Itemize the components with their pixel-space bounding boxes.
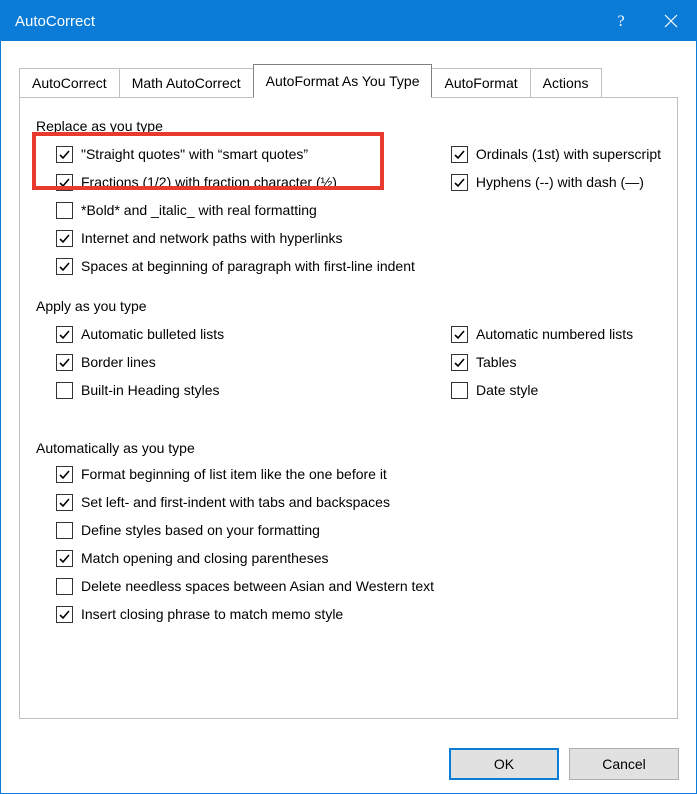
window-title: AutoCorrect	[15, 13, 596, 30]
checkbox-label: Format beginning of list item like the o…	[81, 466, 387, 483]
checkbox[interactable]	[56, 258, 73, 275]
tab-actions[interactable]: Actions	[530, 68, 602, 97]
checkbox[interactable]	[56, 606, 73, 623]
auto-item-set-left-and-first-indent-with-tabs-and-: Set left- and first-indent with tabs and…	[56, 494, 661, 511]
checkbox[interactable]	[451, 382, 468, 399]
checkbox[interactable]	[56, 522, 73, 539]
checkbox[interactable]	[451, 326, 468, 343]
checkbox-label: Match opening and closing parentheses	[81, 550, 329, 567]
tab-strip: AutoCorrect Math AutoCorrect AutoFormat …	[19, 63, 678, 97]
auto-item-format-beginning-of-list-item-like-the-o: Format beginning of list item like the o…	[56, 466, 661, 483]
help-button[interactable]: ?	[596, 1, 646, 41]
apply-item-border-lines: Border lines	[56, 354, 431, 371]
checkbox-label: Border lines	[81, 354, 156, 371]
checkbox[interactable]	[56, 354, 73, 371]
replace-item-spaces-at-beginning-of-paragraph-with-fi: Spaces at beginning of paragraph with fi…	[56, 258, 431, 275]
apply-item-built-in-heading-styles: Built-in Heading styles	[56, 382, 431, 399]
replace-row: "Straight quotes" with “smart quotes” Fra…	[36, 144, 661, 286]
checkbox-label: Fractions (1/2) with fraction character …	[81, 174, 337, 191]
checkbox[interactable]	[451, 354, 468, 371]
replace-item-bold-and-italic-with-real-formatting: *Bold* and _italic_ with real formatting	[56, 202, 431, 219]
section-title-auto: Automatically as you type	[36, 440, 661, 456]
apply-item-date-style: Date style	[451, 382, 661, 399]
checkbox[interactable]	[56, 230, 73, 247]
checkbox[interactable]	[56, 578, 73, 595]
checkbox[interactable]	[451, 174, 468, 191]
auto-item-insert-closing-phrase-to-match-memo-styl: Insert closing phrase to match memo styl…	[56, 606, 661, 623]
checkbox-label: Delete needless spaces between Asian and…	[81, 578, 434, 595]
checkbox[interactable]	[56, 466, 73, 483]
cancel-button[interactable]: Cancel	[569, 748, 679, 780]
checkbox-label: Ordinals (1st) with superscript	[476, 146, 661, 163]
apply-row: Automatic bulleted lists Border lines Buil…	[36, 324, 661, 410]
replace-item-internet-and-network-paths-with-hyperlin: Internet and network paths with hyperlin…	[56, 230, 431, 247]
checkbox[interactable]	[56, 326, 73, 343]
replace-item-hyphens-with-dash: Hyphens (--) with dash (—)	[451, 174, 661, 191]
ok-button[interactable]: OK	[449, 748, 559, 780]
tab-autocorrect[interactable]: AutoCorrect	[19, 68, 120, 97]
apply-item-automatic-numbered-lists: Automatic numbered lists	[451, 326, 661, 343]
dialog-buttons: OK Cancel	[449, 748, 679, 780]
svg-text:?: ?	[617, 13, 624, 29]
auto-item-delete-needless-spaces-between-asian-and: Delete needless spaces between Asian and…	[56, 578, 661, 595]
checkbox[interactable]	[56, 494, 73, 511]
section-title-replace: Replace as you type	[36, 118, 661, 134]
tab-panel: Replace as you type "Straight quotes" wi…	[19, 97, 678, 719]
checkbox[interactable]	[56, 550, 73, 567]
checkbox-label: *Bold* and _italic_ with real formatting	[81, 202, 317, 219]
tab-autoformat[interactable]: AutoFormat	[431, 68, 530, 97]
checkbox-label: Date style	[476, 382, 538, 399]
tab-math-autocorrect[interactable]: Math AutoCorrect	[119, 68, 254, 97]
auto-item-define-styles-based-on-your-formatting: Define styles based on your formatting	[56, 522, 661, 539]
checkbox[interactable]	[56, 146, 73, 163]
checkbox-label: Define styles based on your formatting	[81, 522, 320, 539]
checkbox-label: Hyphens (--) with dash (—)	[476, 174, 644, 191]
checkbox[interactable]	[56, 202, 73, 219]
checkbox-label: Spaces at beginning of paragraph with fi…	[81, 258, 415, 275]
auto-list: Format beginning of list item like the o…	[36, 466, 661, 623]
replace-item-fractions-1-2-with-fraction-character: Fractions (1/2) with fraction character …	[56, 174, 431, 191]
checkbox[interactable]	[451, 146, 468, 163]
titlebar: AutoCorrect ?	[1, 1, 696, 41]
checkbox[interactable]	[56, 382, 73, 399]
checkbox-label: Internet and network paths with hyperlin…	[81, 230, 342, 247]
checkbox-label: Insert closing phrase to match memo styl…	[81, 606, 343, 623]
section-title-apply: Apply as you type	[36, 298, 661, 314]
checkbox-label: Built-in Heading styles	[81, 382, 220, 399]
close-button[interactable]	[646, 1, 696, 41]
apply-item-automatic-bulleted-lists: Automatic bulleted lists	[56, 326, 431, 343]
checkbox-label: Set left- and first-indent with tabs and…	[81, 494, 390, 511]
checkbox[interactable]	[56, 174, 73, 191]
auto-item-match-opening-and-closing-parentheses: Match opening and closing parentheses	[56, 550, 661, 567]
dialog-content: AutoCorrect Math AutoCorrect AutoFormat …	[1, 41, 696, 719]
checkbox-label: "Straight quotes" with “smart quotes”	[81, 146, 308, 163]
checkbox-label: Automatic bulleted lists	[81, 326, 224, 343]
apply-item-tables: Tables	[451, 354, 661, 371]
tab-autoformat-as-you-type[interactable]: AutoFormat As You Type	[253, 64, 433, 98]
checkbox-label: Automatic numbered lists	[476, 326, 633, 343]
replace-item-ordinals-1st-with-superscript: Ordinals (1st) with superscript	[451, 146, 661, 163]
replace-item-straight-quotes-with-smart-quotes: "Straight quotes" with “smart quotes”	[56, 146, 431, 163]
checkbox-label: Tables	[476, 354, 516, 371]
